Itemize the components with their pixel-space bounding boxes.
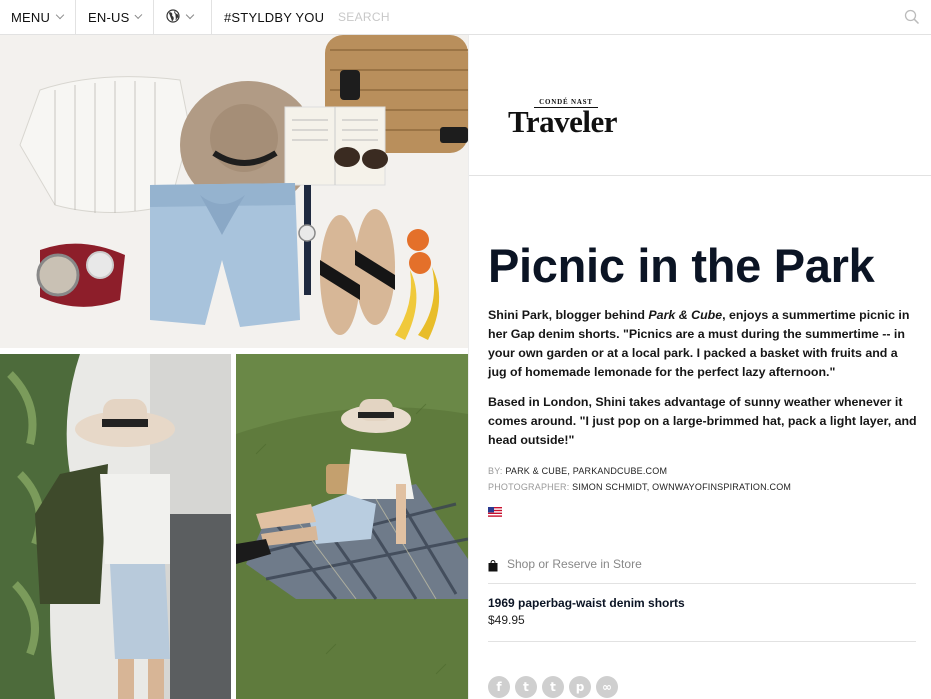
logo-title: Traveler bbox=[508, 104, 618, 139]
social-share-bar: f t t p ∞ bbox=[488, 676, 618, 698]
us-flag-icon bbox=[488, 504, 502, 517]
picnic-photo bbox=[236, 354, 468, 699]
language-label: EN-US bbox=[88, 9, 130, 25]
shop-reserve-link[interactable]: Shop or Reserve in Store bbox=[488, 557, 916, 584]
byline-name-link[interactable]: PARK & CUBE bbox=[505, 466, 567, 476]
flatlay-photo bbox=[0, 35, 468, 348]
menu-button[interactable]: MENU bbox=[0, 0, 76, 35]
chevron-down-icon bbox=[185, 10, 195, 20]
article-paragraph-2: Based in London, Shini takes advantage o… bbox=[488, 395, 917, 447]
product-item[interactable]: 1969 paperbag-waist denim shorts $49.95 bbox=[488, 595, 916, 642]
portrait-photo bbox=[0, 354, 231, 699]
chevron-down-icon bbox=[55, 10, 65, 20]
region-selector[interactable] bbox=[154, 0, 212, 35]
brand-header: CONDÉ NAST Traveler bbox=[469, 35, 931, 176]
search-input[interactable] bbox=[326, 0, 897, 34]
styldby-you-link[interactable]: #STYLDBY YOU bbox=[212, 0, 326, 35]
facebook-icon[interactable]: f bbox=[488, 676, 510, 698]
pinterest-icon[interactable]: p bbox=[569, 676, 591, 698]
product-name[interactable]: 1969 paperbag-waist denim shorts bbox=[488, 595, 916, 611]
byline: BY: PARK & CUBE, PARKANDCUBE.COM bbox=[488, 466, 668, 476]
globe-icon bbox=[166, 8, 180, 26]
article-content: Picnic in the Park Shini Park, blogger b… bbox=[488, 239, 918, 517]
byline-site-link[interactable]: PARKANDCUBE.COM bbox=[573, 466, 667, 476]
language-selector[interactable]: EN-US bbox=[76, 0, 154, 35]
byline-label: BY: bbox=[488, 466, 503, 476]
paragraph-text: Shini Park, blogger behind bbox=[488, 308, 649, 322]
menu-label: MENU bbox=[11, 9, 51, 25]
twitter-icon[interactable]: t bbox=[515, 676, 537, 698]
photographer-label: PHOTOGRAPHER: bbox=[488, 482, 570, 492]
styldby-label: #STYLDBY YOU bbox=[224, 9, 325, 25]
product-price: $49.95 bbox=[488, 613, 525, 627]
photographer-site-link[interactable]: OWNWAYOFINSPIRATION.COM bbox=[652, 482, 791, 492]
page-title: Picnic in the Park bbox=[488, 239, 875, 292]
article-paragraph-1: Shini Park, blogger behind Park & Cube, … bbox=[488, 306, 918, 382]
shop-label: Shop or Reserve in Store bbox=[507, 557, 642, 571]
photographer-line: PHOTOGRAPHER: SIMON SCHMIDT, OWNWAYOFINS… bbox=[488, 482, 792, 492]
search-icon[interactable] bbox=[897, 0, 927, 34]
blog-name: Park & Cube bbox=[648, 308, 723, 322]
chevron-down-icon bbox=[134, 11, 143, 19]
link-icon[interactable]: ∞ bbox=[596, 676, 618, 698]
tumblr-icon[interactable]: t bbox=[542, 676, 564, 698]
photographer-name-link[interactable]: SIMON SCHMIDT bbox=[572, 482, 647, 492]
top-nav-bar: MENU EN-US #STYLDBY YOU bbox=[0, 0, 931, 35]
traveler-logo[interactable]: CONDÉ NAST Traveler bbox=[508, 98, 626, 137]
shopping-bag-icon bbox=[488, 559, 498, 575]
credits: BY: PARK & CUBE, PARKANDCUBE.COM PHOTOGR… bbox=[488, 463, 918, 495]
